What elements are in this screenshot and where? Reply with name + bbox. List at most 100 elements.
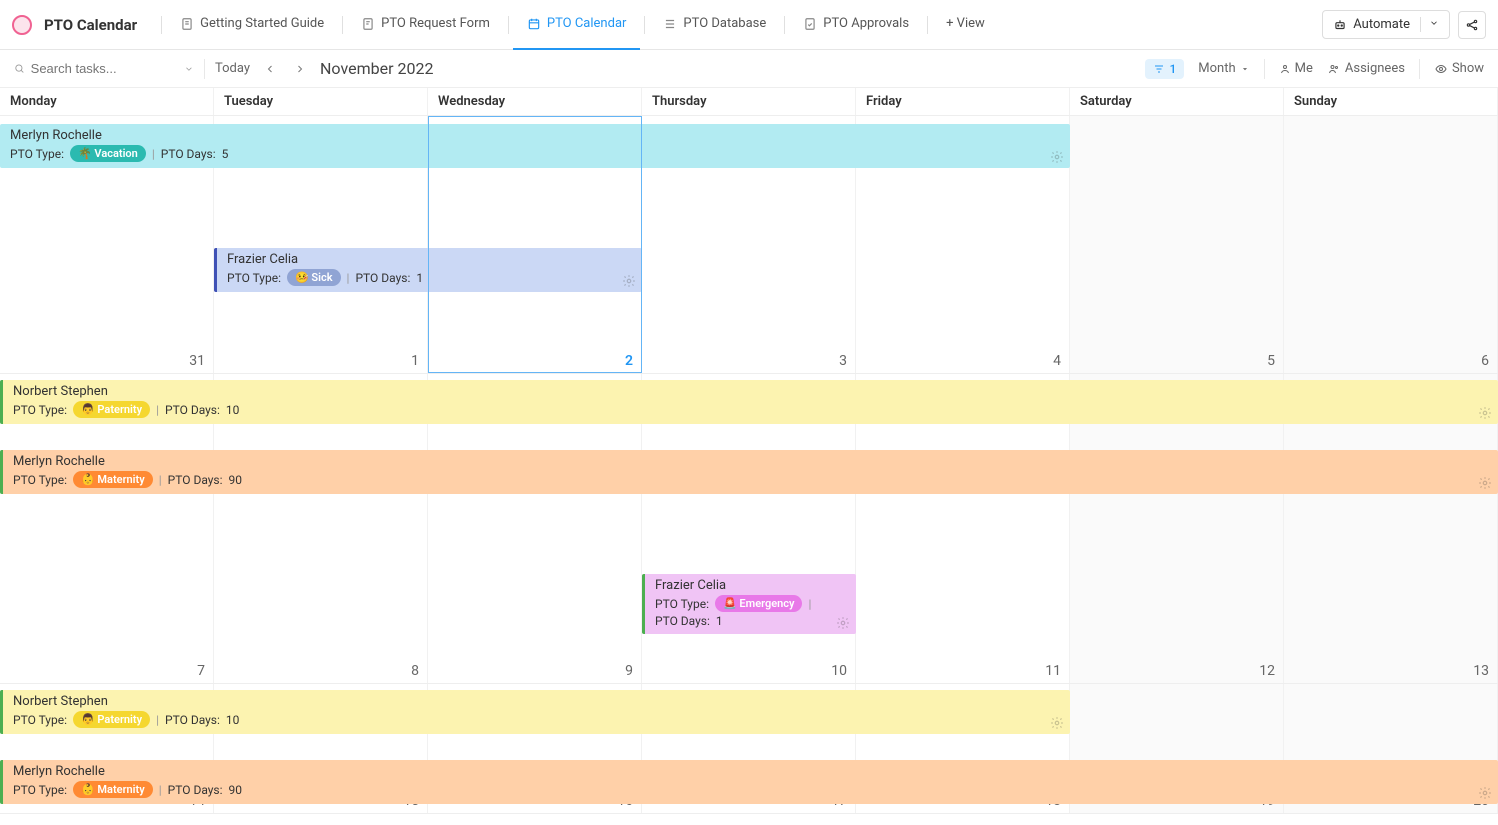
day-number: 2 bbox=[625, 353, 633, 369]
dow-monday: Monday bbox=[0, 88, 214, 115]
gear-icon[interactable] bbox=[1050, 150, 1064, 164]
me-filter[interactable]: Me bbox=[1279, 61, 1313, 76]
filter-count-badge[interactable]: 1 bbox=[1145, 59, 1184, 79]
assignees-filter[interactable]: Assignees bbox=[1327, 61, 1405, 76]
day-number: 3 bbox=[839, 353, 847, 369]
users-icon bbox=[1327, 63, 1341, 75]
pto-days-value: 1 bbox=[416, 271, 423, 285]
week-row: 14151617181920Norbert StephenPTO Type:👨 … bbox=[0, 684, 1498, 814]
pto-days-value: 90 bbox=[229, 783, 243, 797]
filter-icon bbox=[1153, 63, 1165, 75]
add-view-label: + View bbox=[946, 16, 985, 31]
view-mode-dropdown[interactable]: Month bbox=[1198, 61, 1249, 76]
pto-type-label: PTO Type: bbox=[13, 713, 67, 727]
app-logo-icon bbox=[12, 15, 32, 35]
dow-sunday: Sunday bbox=[1284, 88, 1498, 115]
pto-days-label: PTO Days: bbox=[165, 713, 220, 727]
show-label: Show bbox=[1452, 61, 1484, 76]
tab-pto-database[interactable]: PTO Database bbox=[649, 0, 780, 50]
event-assignee: Norbert Stephen bbox=[13, 384, 1490, 399]
today-button[interactable]: Today bbox=[215, 61, 250, 76]
pto-days-label: PTO Days: bbox=[165, 403, 220, 417]
tab-label: Getting Started Guide bbox=[200, 16, 324, 31]
pto-days-label: PTO Days: bbox=[168, 473, 223, 487]
day-cell[interactable]: 5 bbox=[1070, 116, 1284, 373]
tab-pto-calendar[interactable]: PTO Calendar bbox=[513, 0, 641, 50]
pto-event[interactable]: Merlyn RochellePTO Type:👶 Maternity|PTO … bbox=[0, 450, 1498, 494]
dow-wednesday: Wednesday bbox=[428, 88, 642, 115]
separator: | bbox=[347, 271, 350, 285]
separator: | bbox=[152, 147, 155, 161]
gear-icon[interactable] bbox=[1478, 476, 1492, 490]
pto-days-label: PTO Days: bbox=[161, 147, 216, 161]
eye-icon bbox=[1434, 63, 1448, 75]
day-number: 13 bbox=[1473, 663, 1489, 679]
tab-pto-approvals[interactable]: PTO Approvals bbox=[789, 0, 923, 50]
toolbar: Today November 2022 1 Month Me Assignees… bbox=[0, 50, 1498, 88]
caret-down-icon bbox=[1240, 64, 1250, 74]
dow-thursday: Thursday bbox=[642, 88, 856, 115]
show-toggle[interactable]: Show bbox=[1434, 61, 1484, 76]
pto-event[interactable]: Merlyn Rochelle PTO Type: 👶 Maternity | PTO … bbox=[0, 760, 1498, 804]
pto-type-pill: 👨 Paternity bbox=[73, 401, 150, 418]
add-view-button[interactable]: + View bbox=[932, 0, 999, 50]
pto-days-label: PTO Days: bbox=[355, 271, 410, 285]
pto-days-value: 10 bbox=[226, 713, 240, 727]
prev-month-button[interactable] bbox=[260, 59, 280, 79]
day-cell[interactable]: 6 bbox=[1284, 116, 1498, 373]
dow-friday: Friday bbox=[856, 88, 1070, 115]
pto-event[interactable]: Frazier CeliaPTO Type:🚨 Emergency|PTO Da… bbox=[642, 574, 856, 634]
doc-icon bbox=[180, 17, 194, 31]
tab-label: PTO Database bbox=[683, 16, 766, 31]
pto-event[interactable]: Norbert StephenPTO Type:👨 Paternity|PTO … bbox=[0, 690, 1070, 734]
day-number: 8 bbox=[411, 663, 419, 679]
day-number: 5 bbox=[1267, 353, 1275, 369]
search-icon bbox=[14, 62, 25, 75]
divider bbox=[1419, 59, 1420, 79]
week-row: 31123456Merlyn RochellePTO Type:🌴 Vacati… bbox=[0, 116, 1498, 374]
gear-icon[interactable] bbox=[1478, 406, 1492, 420]
event-assignee: Frazier Celia bbox=[655, 578, 848, 593]
separator: | bbox=[156, 403, 159, 417]
search-box[interactable] bbox=[14, 61, 194, 76]
chevron-down-icon[interactable] bbox=[1420, 17, 1439, 32]
toolbar-right: 1 Month Me Assignees Show bbox=[1145, 59, 1484, 79]
separator: | bbox=[159, 783, 162, 797]
day-cell[interactable]: 2 bbox=[428, 116, 642, 373]
gear-icon[interactable] bbox=[1050, 716, 1064, 730]
day-number: 4 bbox=[1053, 353, 1061, 369]
pto-days-value: 90 bbox=[229, 473, 243, 487]
day-number: 1 bbox=[411, 353, 419, 369]
week-row: 78910111213Norbert StephenPTO Type:👨 Pat… bbox=[0, 374, 1498, 684]
tab-getting-started[interactable]: Getting Started Guide bbox=[166, 0, 338, 50]
dow-row: Monday Tuesday Wednesday Thursday Friday… bbox=[0, 88, 1498, 116]
pto-days-value: 5 bbox=[222, 147, 229, 161]
share-button[interactable] bbox=[1458, 11, 1486, 39]
dow-tuesday: Tuesday bbox=[214, 88, 428, 115]
divider bbox=[161, 16, 162, 34]
tab-request-form[interactable]: PTO Request Form bbox=[347, 0, 504, 50]
chevron-left-icon bbox=[264, 63, 276, 75]
day-number: 31 bbox=[189, 353, 205, 369]
event-assignee: Merlyn Rochelle bbox=[13, 764, 1490, 779]
share-icon bbox=[1465, 18, 1479, 32]
pto-type-pill: 👶 Maternity bbox=[73, 781, 153, 798]
pto-days-value: 10 bbox=[226, 403, 240, 417]
pto-type-pill: 🤒 Sick bbox=[287, 269, 341, 286]
pto-event[interactable]: Norbert StephenPTO Type:👨 Paternity|PTO … bbox=[0, 380, 1498, 424]
gear-icon[interactable] bbox=[1478, 786, 1492, 800]
pto-type-label: PTO Type: bbox=[13, 473, 67, 487]
pto-type-label: PTO Type: bbox=[655, 597, 709, 611]
separator: | bbox=[808, 597, 811, 611]
divider bbox=[204, 59, 205, 79]
event-assignee: Norbert Stephen bbox=[13, 694, 1062, 709]
page-title: PTO Calendar bbox=[44, 16, 137, 34]
pto-type-label: PTO Type: bbox=[13, 783, 67, 797]
chevron-down-icon[interactable] bbox=[184, 63, 194, 75]
next-month-button[interactable] bbox=[290, 59, 310, 79]
list-icon bbox=[663, 17, 677, 31]
search-input[interactable] bbox=[31, 61, 179, 76]
pto-days-label: PTO Days: bbox=[168, 783, 223, 797]
gear-icon[interactable] bbox=[836, 616, 850, 630]
automate-button[interactable]: Automate bbox=[1322, 10, 1450, 39]
